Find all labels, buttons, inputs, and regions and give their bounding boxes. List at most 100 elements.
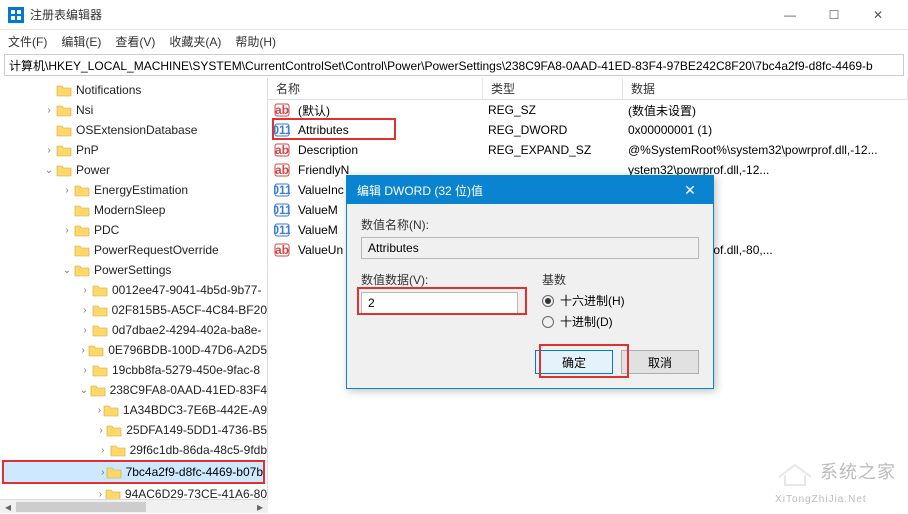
tree-item-label: 1A34BDC3-7E6B-442E-A9 [123,403,267,417]
tree-item[interactable]: ModernSleep [0,200,267,220]
cancel-button[interactable]: 取消 [621,350,699,374]
expand-icon[interactable]: ⌄ [60,265,74,276]
expand-icon[interactable]: › [78,365,92,376]
radio-dec-label: 十进制(D) [560,313,613,330]
expand-icon[interactable]: › [60,185,74,196]
tree-item[interactable]: › Nsi [0,100,267,120]
expand-icon[interactable]: › [96,445,110,456]
tree-item[interactable]: PowerRequestOverride [0,240,267,260]
value-name-input [361,237,699,259]
maximize-button[interactable]: ☐ [812,0,856,30]
value-data-label: 数值数据(V): [361,271,518,288]
tree-item-label: Nsi [76,103,93,117]
svg-text:ab: ab [275,143,289,157]
tree-item[interactable]: ›0012ee47-9041-4b5d-9b77- [0,280,267,300]
tree-item[interactable]: ⌄Power [0,160,267,180]
expand-icon[interactable]: › [78,305,92,316]
cell-name: Attributes [290,123,480,137]
folder-icon [88,343,104,357]
expand-icon[interactable]: › [60,225,74,236]
cell-data: 0x00000001 (1) [620,123,908,137]
cell-name: Description [290,143,480,157]
ok-button[interactable]: 确定 [535,350,613,374]
radio-hex[interactable]: 十六进制(H) [542,292,699,309]
tree-item-label: PowerSettings [94,263,171,277]
menu-help[interactable]: 帮助(H) [235,33,276,50]
tree-item[interactable]: ⌄238C9FA8-0AAD-41ED-83F4 [0,380,267,400]
tree-item[interactable]: Notifications [0,80,267,100]
window-title: 注册表编辑器 [30,6,768,23]
tree-item-label: Notifications [76,83,141,97]
scroll-left-icon[interactable]: ◂ [0,500,16,513]
tree-item-label: ModernSleep [94,203,165,217]
menubar: 文件(F) 编辑(E) 查看(V) 收藏夹(A) 帮助(H) [0,30,908,52]
tree-hscrollbar[interactable]: ◂ ▸ [0,499,268,513]
col-type[interactable]: 类型 [483,78,623,99]
folder-icon [56,163,72,177]
cell-type: REG_EXPAND_SZ [480,143,620,157]
tree-pane[interactable]: Notifications › Nsi OSExtensionDatabase › PnP… [0,78,268,510]
col-name[interactable]: 名称 [268,78,483,99]
expand-icon[interactable]: › [96,489,105,500]
folder-icon [106,465,122,479]
radio-dec[interactable]: 十进制(D) [542,313,699,330]
list-row[interactable]: ab(默认)REG_SZ(数值未设置) [268,100,908,120]
svg-text:011: 011 [274,223,290,237]
tree-item[interactable]: ›0E796BDB-100D-47D6-A2D5 [0,340,267,360]
tree-item[interactable]: ›25DFA149-5DD1-4736-B5 [0,420,267,440]
scroll-thumb[interactable] [16,502,146,512]
svg-text:011: 011 [274,203,290,217]
expand-icon[interactable]: ⌄ [78,385,90,396]
expand-icon[interactable]: › [42,105,56,116]
tree-item[interactable]: ›EnergyEstimation [0,180,267,200]
col-data[interactable]: 数据 [623,78,908,99]
tree-item[interactable]: ⌄ PowerSettings [0,260,267,280]
string-value-icon: ab [274,242,290,258]
tree-item[interactable]: ›02F815B5-A5CF-4C84-BF20 [0,300,267,320]
app-icon [8,7,24,23]
tree-item[interactable]: ›29f6c1db-86da-48c5-9fdb [0,440,267,460]
scroll-right-icon[interactable]: ▸ [252,500,268,513]
binary-value-icon: 011 [274,122,290,138]
tree-item[interactable]: OSExtensionDatabase [0,120,267,140]
tree-item-label: PDC [94,223,119,237]
cell-type: REG_SZ [480,103,620,117]
menu-file[interactable]: 文件(F) [8,33,47,50]
minimize-button[interactable]: — [768,0,812,30]
expand-icon[interactable]: › [78,285,92,296]
list-row[interactable]: 011AttributesREG_DWORD0x00000001 (1) [268,120,908,140]
cell-data: @%SystemRoot%\system32\powrprof.dll,-12.… [620,143,908,157]
tree-item[interactable]: › PDC [0,220,267,240]
expand-icon[interactable]: › [96,425,106,436]
tree-item-label: 0d7dbae2-4294-402a-ba8e- [112,323,261,337]
address-bar[interactable]: 计算机\HKEY_LOCAL_MACHINE\SYSTEM\CurrentCon… [4,54,904,76]
close-button[interactable]: ✕ [856,0,900,30]
dialog-titlebar[interactable]: 编辑 DWORD (32 位)值 ✕ [347,176,713,204]
expand-icon[interactable]: ⌄ [42,165,56,176]
tree-item[interactable]: › 1A34BDC3-7E6B-442E-A9 [0,400,267,420]
expand-icon[interactable]: › [42,145,56,156]
binary-value-icon: 011 [274,202,290,218]
folder-icon [56,143,72,157]
menu-favorites[interactable]: 收藏夹(A) [169,33,221,50]
menu-view[interactable]: 查看(V) [115,33,155,50]
folder-icon [92,303,108,317]
tree-item[interactable]: › 0d7dbae2-4294-402a-ba8e- [0,320,267,340]
value-name-label: 数值名称(N): [361,216,699,233]
expand-icon[interactable]: › [78,325,92,336]
folder-icon [74,203,90,217]
list-header: 名称 类型 数据 [268,78,908,100]
list-row[interactable]: abDescriptionREG_EXPAND_SZ@%SystemRoot%\… [268,140,908,160]
highlight-selected-key: ›7bc4a2f9-d8fc-4469-b07b [2,460,265,484]
tree-item-label: PnP [76,143,99,157]
tree-item[interactable]: › PnP [0,140,267,160]
expand-icon[interactable]: › [78,345,88,356]
tree-item[interactable]: ›7bc4a2f9-d8fc-4469-b07b [4,462,263,482]
folder-icon [56,83,72,97]
expand-icon[interactable]: › [96,405,103,416]
tree-item[interactable]: ›19cbb8fa-5279-450e-9fac-8 [0,360,267,380]
edit-dword-dialog: 编辑 DWORD (32 位)值 ✕ 数值名称(N): 数值数据(V): 基数 … [346,175,714,389]
dialog-close-icon[interactable]: ✕ [677,179,703,201]
menu-edit[interactable]: 编辑(E) [61,33,101,50]
value-data-input[interactable] [361,292,518,314]
